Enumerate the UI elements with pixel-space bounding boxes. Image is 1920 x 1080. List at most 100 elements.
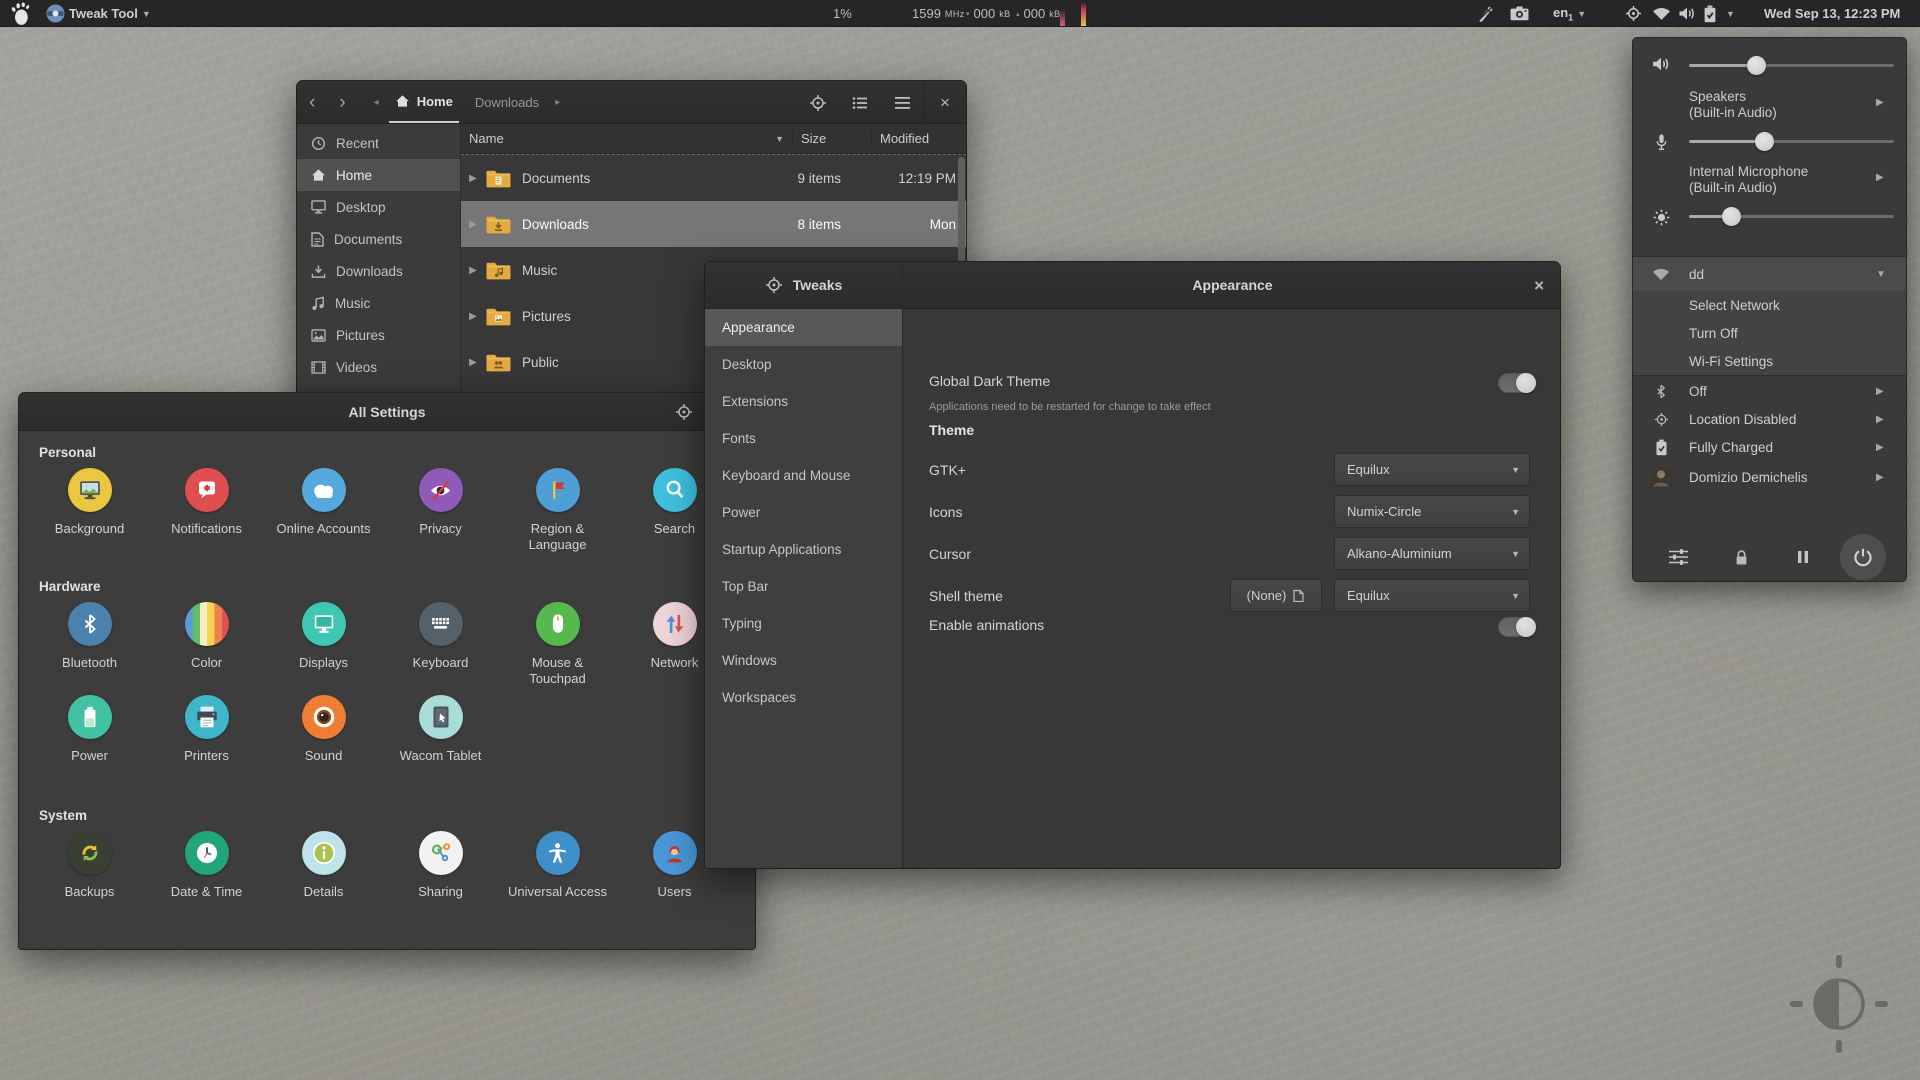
settings-tile-keyboard[interactable]: Keyboard [382, 602, 499, 687]
tweaks-item-power[interactable]: Power [705, 494, 902, 531]
chevron-right-icon[interactable]: ▶ [1876, 172, 1884, 183]
file-row-documents[interactable]: ▶ Documents 9 items 12:19 PM [461, 155, 966, 201]
pause-button[interactable] [1780, 534, 1826, 580]
settings-tile-privacy[interactable]: Privacy [382, 468, 499, 553]
settings-tile-sound[interactable]: Sound [265, 695, 382, 764]
sidebar-item-downloads[interactable]: Downloads [297, 255, 460, 287]
sidebar-item-documents[interactable]: Documents [297, 223, 460, 255]
settings-search-button[interactable] [675, 403, 693, 421]
sidebar-item-videos[interactable]: Videos [297, 351, 460, 383]
tweaks-item-keyboard-mouse[interactable]: Keyboard and Mouse [705, 457, 902, 494]
battery-indicator[interactable] [1703, 0, 1717, 27]
power-button[interactable] [1840, 534, 1886, 580]
location-row[interactable]: Location Disabled ▶ [1633, 405, 1906, 433]
output-device[interactable]: Speakers (Built-in Audio) [1689, 89, 1777, 121]
brightness-slider[interactable] [1689, 207, 1894, 226]
screenshot-indicator[interactable] [1510, 0, 1529, 27]
microphone-slider[interactable] [1689, 132, 1894, 151]
search-location-button[interactable] [797, 81, 839, 124]
user-row[interactable]: Domizio Demichelis ▶ [1633, 461, 1906, 493]
settings-tile-color[interactable]: Color [148, 602, 265, 687]
menu-item-turn-off[interactable]: Turn Off [1633, 319, 1906, 347]
tweaks-item-fonts[interactable]: Fonts [705, 420, 902, 457]
files-close-button[interactable]: × [924, 81, 966, 124]
settings-tile-sharing[interactable]: Sharing [382, 831, 499, 900]
sidebar-item-desktop[interactable]: Desktop [297, 191, 460, 223]
breadcrumb-home[interactable]: Home [388, 81, 459, 123]
sidebar-item-music[interactable]: Music [297, 287, 460, 319]
lock-button[interactable] [1718, 534, 1764, 580]
tweaks-item-appearance[interactable]: Appearance [705, 309, 902, 346]
column-name[interactable]: Name ▼ [461, 131, 792, 146]
tweaks-item-typing[interactable]: Typing [705, 605, 902, 642]
menu-item-select-network[interactable]: Select Network [1633, 291, 1906, 319]
breadcrumb-left-icon[interactable]: ◂ [374, 97, 379, 108]
activities-corner[interactable] [10, 0, 30, 27]
menu-item-wifi-settings[interactable]: Wi-Fi Settings [1633, 347, 1906, 375]
battery-row[interactable]: Fully Charged ▶ [1633, 433, 1906, 461]
settings-tile-bluetooth[interactable]: Bluetooth [31, 602, 148, 687]
icon-theme-dropdown[interactable]: Numix-Circle ▼ [1334, 495, 1530, 528]
tweaks-item-windows[interactable]: Windows [705, 642, 902, 679]
enable-animations-toggle[interactable] [1498, 617, 1536, 637]
expander-icon[interactable]: ▶ [461, 265, 485, 276]
location-indicator[interactable] [1625, 0, 1642, 27]
nav-back-button[interactable]: ‹ [297, 93, 327, 112]
settings-tile-notifications[interactable]: Notifications [148, 468, 265, 553]
cpu-freq-indicator[interactable]: 1599 MHz [912, 0, 965, 27]
expander-icon[interactable]: ▶ [461, 357, 485, 368]
settings-tile-power[interactable]: Power [31, 695, 148, 764]
settings-tile-printers[interactable]: Printers [148, 695, 265, 764]
menu-button[interactable] [881, 81, 923, 124]
tweaks-item-top-bar[interactable]: Top Bar [705, 568, 902, 605]
breadcrumb-right-icon[interactable]: ▸ [555, 97, 560, 108]
wifi-network-row[interactable]: dd ▼ [1633, 257, 1906, 291]
shell-theme-file-button[interactable]: (None) [1230, 579, 1322, 612]
expander-icon[interactable]: ▶ [461, 311, 485, 322]
view-list-button[interactable] [839, 81, 881, 124]
expander-icon[interactable]: ▶ [461, 219, 485, 230]
volume-slider[interactable] [1689, 56, 1894, 75]
expander-icon[interactable]: ▶ [461, 173, 485, 184]
settings-tile-backups[interactable]: Backups [31, 831, 148, 900]
file-row-downloads[interactable]: ▶ Downloads 8 items Mon [461, 201, 966, 247]
shell-theme-dropdown[interactable]: Equilux ▼ [1334, 579, 1530, 612]
keyboard-layout-indicator[interactable]: en1 ▼ [1553, 0, 1586, 27]
sidebar-item-home[interactable]: Home [297, 159, 460, 191]
settings-tile-details[interactable]: Details [265, 831, 382, 900]
settings-tile-mouse-touchpad[interactable]: Mouse & Touchpad [499, 602, 616, 687]
breadcrumb-downloads[interactable]: Downloads [469, 81, 545, 123]
cpu-percent-indicator[interactable]: 1% [833, 0, 852, 27]
system-menu-chevron[interactable]: ▼ [1726, 0, 1735, 27]
color-picker-indicator[interactable] [1476, 0, 1494, 27]
sidebar-item-pictures[interactable]: Pictures [297, 319, 460, 351]
settings-tile-region-language[interactable]: Region & Language [499, 468, 616, 553]
bluetooth-row[interactable]: Off ▶ [1633, 377, 1906, 405]
settings-button[interactable] [1655, 534, 1701, 580]
chevron-right-icon[interactable]: ▶ [1876, 97, 1884, 108]
settings-tile-date-time[interactable]: Date & Time [148, 831, 265, 900]
volume-indicator[interactable] [1678, 0, 1696, 27]
nav-forward-button[interactable]: › [327, 93, 357, 112]
global-dark-theme-toggle[interactable] [1498, 373, 1536, 393]
net-tx-indicator[interactable]: ▴ 000 kB [1016, 0, 1061, 27]
tweaks-close-button[interactable]: × [1534, 277, 1544, 294]
net-rx-indicator[interactable]: ▾ 000 kB [966, 0, 1011, 27]
tweaks-item-startup[interactable]: Startup Applications [705, 531, 902, 568]
settings-tile-displays[interactable]: Displays [265, 602, 382, 687]
column-size[interactable]: Size [792, 131, 871, 146]
settings-tile-background[interactable]: Background [31, 468, 148, 553]
column-modified[interactable]: Modified [871, 131, 966, 146]
settings-tile-wacom[interactable]: Wacom Tablet [382, 695, 499, 764]
input-device[interactable]: Internal Microphone (Built-in Audio) [1689, 164, 1808, 196]
settings-tile-universal-access[interactable]: Universal Access [499, 831, 616, 900]
tweaks-item-desktop[interactable]: Desktop [705, 346, 902, 383]
sidebar-item-recent[interactable]: Recent [297, 127, 460, 159]
tweaks-item-extensions[interactable]: Extensions [705, 383, 902, 420]
app-menu[interactable]: Tweak Tool ▼ [46, 0, 151, 27]
settings-tile-online-accounts[interactable]: Online Accounts [265, 468, 382, 553]
gtk-theme-dropdown[interactable]: Equilux ▼ [1334, 453, 1530, 486]
cursor-theme-dropdown[interactable]: Alkano-Aluminium ▼ [1334, 537, 1530, 570]
tweaks-item-workspaces[interactable]: Workspaces [705, 679, 902, 716]
wifi-indicator[interactable] [1652, 0, 1671, 27]
